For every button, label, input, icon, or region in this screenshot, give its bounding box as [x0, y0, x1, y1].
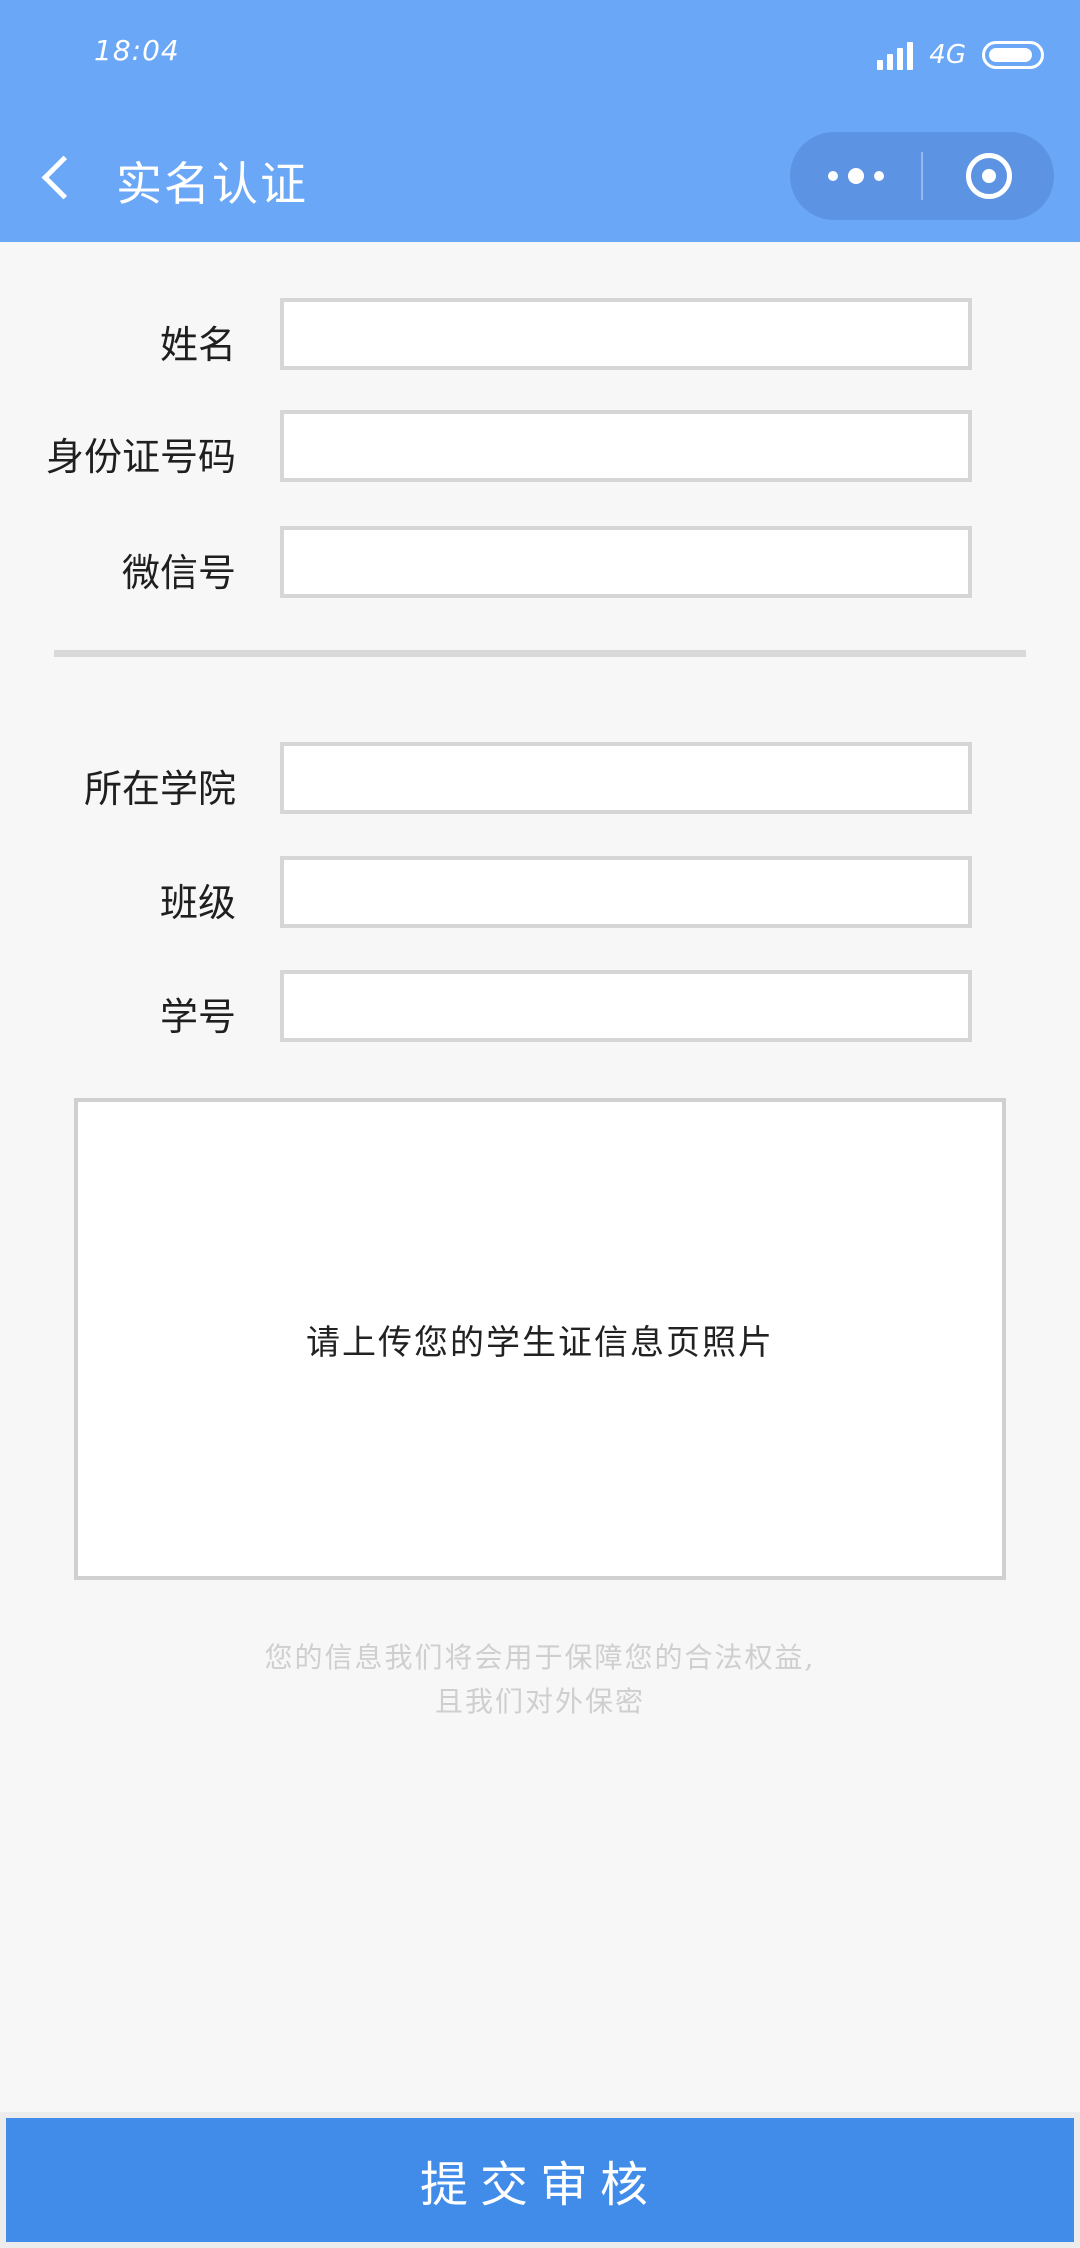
form-row-student-id: 学号 — [0, 970, 1080, 1046]
status-icons: 4G — [877, 38, 1044, 72]
college-label: 所在学院 — [83, 767, 236, 811]
class-label: 班级 — [159, 881, 236, 925]
college-input[interactable] — [280, 742, 972, 814]
signal-icon — [877, 40, 914, 70]
submit-review-button[interactable]: 提交审核 — [6, 2118, 1074, 2242]
student-id-input[interactable] — [280, 970, 972, 1042]
form-row-college: 所在学院 — [0, 742, 1080, 818]
student-id-label: 学号 — [159, 995, 236, 1039]
network-type: 4G — [929, 40, 966, 70]
more-button[interactable] — [790, 132, 921, 220]
class-input[interactable] — [280, 856, 972, 928]
submit-area: 提交审核 — [0, 2112, 1080, 2248]
id-number-input[interactable] — [280, 410, 972, 482]
app-header: 18:04 4G 实名认证 — [0, 0, 1080, 242]
more-dots-icon — [827, 171, 838, 181]
name-label: 姓名 — [159, 323, 236, 367]
name-input[interactable] — [280, 298, 972, 370]
wechat-input[interactable] — [280, 526, 972, 598]
form-row-wechat: 微信号 — [0, 526, 1080, 602]
mini-program-capsule — [790, 132, 1054, 220]
wechat-label: 微信号 — [121, 551, 236, 595]
page-title: 实名认证 — [116, 157, 308, 211]
form-row-class: 班级 — [0, 856, 1080, 932]
more-dots-icon-right — [873, 171, 884, 181]
id-number-label: 身份证号码 — [45, 435, 236, 479]
battery-fill — [989, 48, 1032, 62]
upload-prompt: 请上传您的学生证信息页照片 — [306, 1322, 774, 1363]
privacy-line-2: 且我们对外保密 — [434, 1685, 645, 1718]
more-dots-icon-center — [847, 168, 864, 184]
section-divider — [54, 650, 1026, 657]
privacy-line-1: 您的信息我们将会用于保障您的合法权益, — [264, 1641, 816, 1674]
privacy-notice: 您的信息我们将会用于保障您的合法权益, 且我们对外保密 — [0, 1636, 1080, 1724]
status-time: 18:04 — [94, 34, 180, 67]
target-icon — [965, 153, 1012, 199]
form-row-id-number: 身份证号码 — [0, 410, 1080, 486]
photo-upload-area[interactable]: 请上传您的学生证信息页照片 — [74, 1098, 1006, 1580]
close-button[interactable] — [923, 132, 1054, 220]
back-button[interactable] — [32, 150, 88, 206]
battery-icon — [982, 41, 1044, 69]
form-row-name: 姓名 — [0, 298, 1080, 374]
